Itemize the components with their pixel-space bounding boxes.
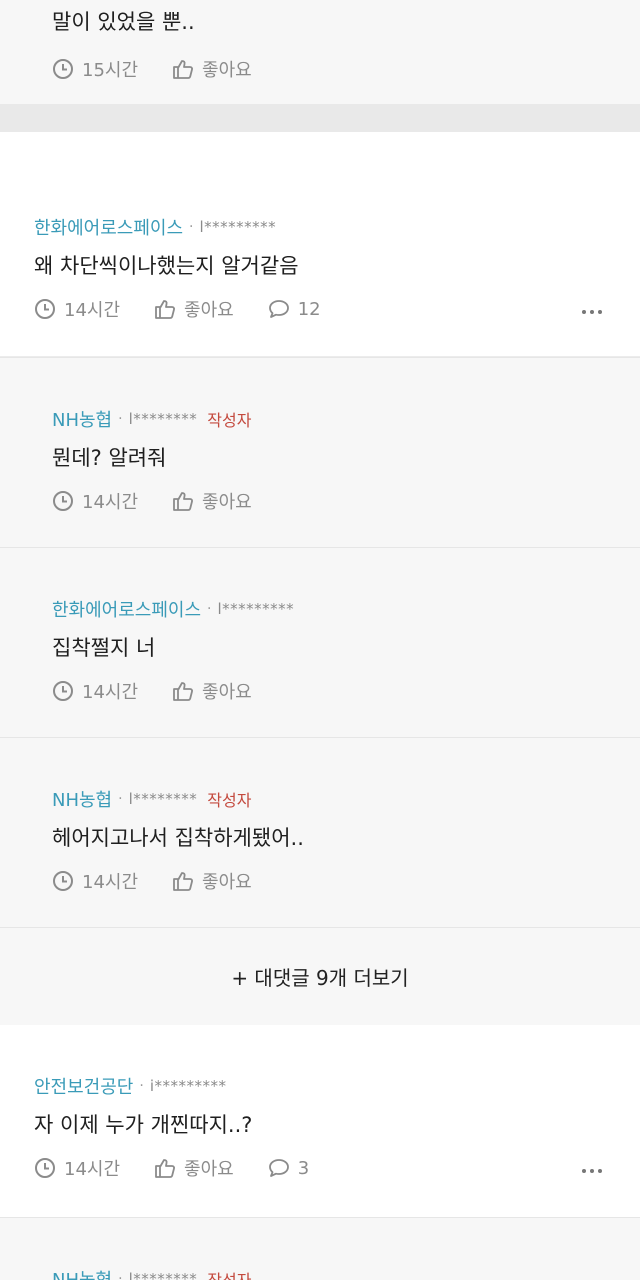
like-button[interactable]: 좋아요 <box>154 296 234 322</box>
company-name[interactable]: 한화에어로스페이스 <box>34 214 183 240</box>
comment-item: 한화에어로스페이스 · l********* 왜 차단씩이나했는지 알거같음 1… <box>0 132 640 356</box>
load-more-label: + 대댓글 9개 더보기 <box>231 966 409 990</box>
reply-item: NH농협 · l******** 작성자 <box>0 1217 640 1280</box>
time-stamp: 14시간 <box>34 296 120 322</box>
clock-icon <box>35 299 55 319</box>
reply-item: 한화에어로스페이스 · l********* 집착쩔지 너 14시간 좋아요 <box>0 547 640 737</box>
company-name[interactable]: NH농협 <box>52 786 112 812</box>
clock-icon <box>53 59 73 79</box>
more-icon[interactable] <box>582 310 602 314</box>
like-button[interactable]: 좋아요 <box>172 678 252 704</box>
reply-button[interactable]: 3 <box>268 1157 309 1179</box>
author-badge: 작성자 <box>207 411 252 430</box>
reply-button[interactable]: 12 <box>268 298 321 320</box>
company-name[interactable]: 안전보건공단 <box>34 1073 133 1099</box>
thumbs-up-icon <box>155 300 175 319</box>
reply-item: NH농협 · l******** 작성자 뭔데? 알려줘 14시간 좋아요 <box>0 357 640 547</box>
thumbs-up-icon <box>173 492 193 511</box>
reply-item: NH농협 · l******** 작성자 헤어지고나서 집착하게됐어.. 14시… <box>0 737 640 927</box>
comment-item: 안전보건공단 · i********* 자 이제 누가 개찐따지..? 14시간… <box>0 1025 640 1217</box>
time-stamp: 14시간 <box>52 678 138 704</box>
company-name[interactable]: NH농협 <box>52 1266 112 1280</box>
like-button[interactable]: 좋아요 <box>154 1155 234 1181</box>
speech-bubble-icon <box>268 1159 289 1177</box>
author-badge: 작성자 <box>207 1267 251 1280</box>
more-icon[interactable] <box>582 1169 602 1173</box>
load-more-replies[interactable]: + 대댓글 9개 더보기 <box>0 927 640 1025</box>
user-id: l******** <box>128 790 198 808</box>
reply-item: 말이 있었을 뿐.. 15시간 좋아요 <box>0 0 640 104</box>
thumbs-up-icon <box>155 1159 175 1178</box>
author-badge: 작성자 <box>207 791 252 810</box>
reply-text: 말이 있었을 뿐.. <box>52 10 195 34</box>
clock-icon <box>53 491 73 511</box>
user-id: i********* <box>149 1077 227 1095</box>
user-id: l******** <box>128 1270 198 1280</box>
like-button[interactable]: 좋아요 <box>172 488 252 514</box>
reply-text: 집착쩔지 너 <box>52 636 156 660</box>
user-id: l******** <box>128 410 198 428</box>
company-name[interactable]: 한화에어로스페이스 <box>52 596 201 622</box>
reply-text: 헤어지고나서 집착하게됐어.. <box>52 826 304 850</box>
user-id: l********* <box>217 600 295 618</box>
thumbs-up-icon <box>173 682 193 701</box>
comment-text: 왜 차단씩이나했는지 알거같음 <box>34 254 299 278</box>
thumbs-up-icon <box>173 60 193 79</box>
company-name[interactable]: NH농협 <box>52 406 112 432</box>
speech-bubble-icon <box>268 300 289 318</box>
time-stamp: 14시간 <box>52 868 138 894</box>
time-stamp: 14시간 <box>34 1155 120 1181</box>
reply-text: 뭔데? 알려줘 <box>52 446 167 470</box>
thumbs-up-icon <box>173 872 193 891</box>
clock-icon <box>35 1158 55 1178</box>
time-stamp: 14시간 <box>52 488 138 514</box>
time-stamp: 15시간 <box>52 56 138 82</box>
like-button[interactable]: 좋아요 <box>172 868 252 894</box>
clock-icon <box>53 681 73 701</box>
user-id: l********* <box>199 218 277 236</box>
comment-text: 자 이제 누가 개찐따지..? <box>34 1113 253 1137</box>
like-button[interactable]: 좋아요 <box>172 56 252 82</box>
clock-icon <box>53 871 73 891</box>
